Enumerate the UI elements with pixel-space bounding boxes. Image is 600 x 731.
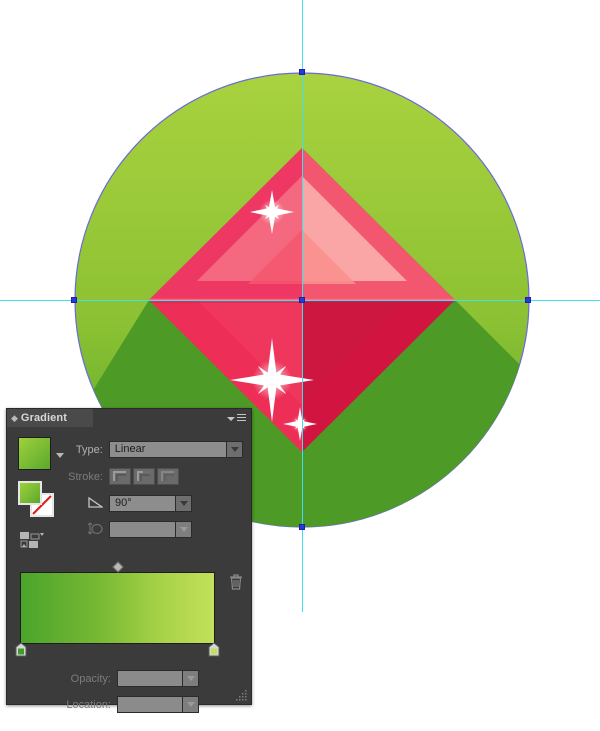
gradient-slider[interactable] [15, 561, 220, 657]
opacity-label: Opacity: [70, 672, 111, 685]
delete-stop-icon[interactable] [229, 574, 243, 590]
anchor-point-center[interactable] [299, 297, 305, 303]
panel-collapse-icon[interactable]: ◆ [11, 413, 18, 423]
chevron-down-icon [179, 501, 188, 506]
gradient-panel[interactable]: ◆ Gradient Type: Linear Stroke: 90° Opac… [6, 408, 252, 713]
fill-swatch[interactable] [18, 481, 42, 505]
reverse-gradient-icon[interactable] [20, 531, 44, 549]
type-select-value: Linear [114, 443, 146, 455]
panel-body: Type: Linear Stroke: 90° Opacity: Locati… [7, 427, 251, 713]
anchor-point-bottom[interactable] [299, 524, 305, 530]
chevron-down-icon [186, 676, 195, 681]
opacity-row: Opacity: [51, 670, 243, 687]
chevron-down-icon [227, 416, 235, 421]
angle-dropdown-arrow[interactable] [175, 496, 191, 511]
chevron-down-icon [230, 447, 239, 452]
angle-input[interactable]: 90° [109, 495, 192, 512]
chevron-down-icon [179, 527, 188, 532]
aspect-ratio-dropdown-arrow[interactable] [175, 522, 191, 537]
stroke-row: Stroke: [53, 468, 243, 485]
anchor-point-left[interactable] [71, 297, 77, 303]
aspect-ratio-row [83, 521, 243, 538]
type-label: Type: [75, 443, 103, 456]
angle-value: 90° [115, 497, 132, 509]
stroke-along-button[interactable] [133, 468, 155, 485]
type-select-arrow[interactable] [226, 442, 242, 457]
anchor-point-top[interactable] [299, 69, 305, 75]
gradient-ramp[interactable] [20, 572, 215, 644]
stroke-within-button[interactable] [109, 468, 131, 485]
gradient-stop-left[interactable] [15, 642, 27, 657]
panel-resize-grip[interactable] [236, 689, 248, 701]
location-label: Location: [66, 698, 111, 711]
angle-row: 90° [83, 495, 243, 512]
angle-icon [83, 496, 105, 511]
type-select[interactable]: Linear [108, 441, 243, 458]
gradient-swatch-preview[interactable] [18, 437, 51, 470]
gradient-midpoint-marker[interactable] [111, 561, 124, 573]
location-row: Location: [51, 696, 243, 713]
panel-menu-icon[interactable] [227, 413, 246, 424]
gradient-stop-right[interactable] [208, 642, 220, 657]
type-row: Type: Linear [65, 441, 243, 458]
stroke-type-buttons [109, 468, 179, 485]
location-input[interactable] [117, 696, 199, 713]
panel-title: Gradient [20, 412, 67, 424]
anchor-point-right[interactable] [525, 297, 531, 303]
aspect-ratio-icon [83, 521, 103, 538]
stroke-across-button[interactable] [157, 468, 179, 485]
stroke-label: Stroke: [68, 470, 103, 483]
gradient-swatch-dropdown-icon[interactable] [56, 453, 64, 458]
panel-titlebar[interactable]: ◆ Gradient [7, 409, 251, 427]
chevron-down-icon [186, 702, 195, 707]
fill-stroke-control[interactable] [18, 481, 54, 517]
aspect-ratio-input[interactable] [109, 521, 192, 538]
hamburger-icon [237, 414, 246, 423]
opacity-input[interactable] [117, 670, 199, 687]
opacity-dropdown-arrow[interactable] [182, 671, 198, 686]
guide-vertical[interactable] [302, 0, 303, 612]
location-dropdown-arrow[interactable] [182, 697, 198, 712]
panel-tab-gradient[interactable]: ◆ Gradient [7, 409, 93, 427]
